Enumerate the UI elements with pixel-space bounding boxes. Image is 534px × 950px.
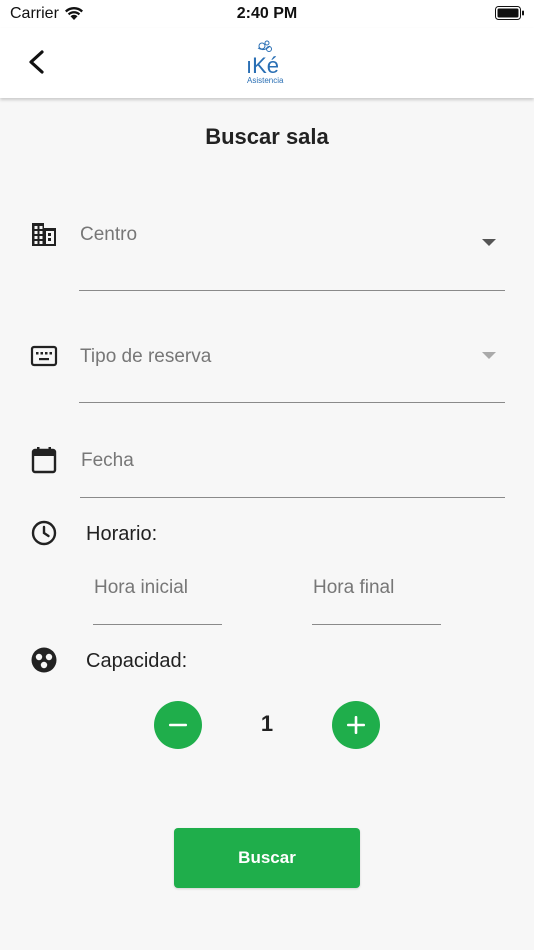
company-logo: ıKé Asistencia xyxy=(242,40,292,86)
increase-capacity-button[interactable] xyxy=(332,701,380,749)
search-button-label: Buscar xyxy=(238,848,296,867)
tipo-reserva-select[interactable]: Tipo de reserva xyxy=(80,346,211,368)
tipo-reserva-underline xyxy=(79,402,505,403)
capacidad-label: Capacidad: xyxy=(86,650,188,672)
calendar-icon xyxy=(31,447,57,474)
clock-time: 2:40 PM xyxy=(236,5,298,22)
building-icon xyxy=(32,223,56,246)
chevron-down-icon[interactable] xyxy=(482,352,496,360)
svg-text:ıKé: ıKé xyxy=(246,53,279,78)
centro-select[interactable]: Centro xyxy=(80,224,137,246)
centro-underline xyxy=(79,290,505,291)
minus-icon xyxy=(169,723,187,727)
hora-final-input[interactable]: Hora final xyxy=(313,577,394,599)
group-icon xyxy=(31,647,57,673)
chevron-left-icon[interactable] xyxy=(22,44,52,80)
clock-icon xyxy=(31,520,57,546)
svg-text:Asistencia: Asistencia xyxy=(247,76,284,85)
hora-inicial-input[interactable]: Hora inicial xyxy=(94,577,188,599)
plus-icon xyxy=(347,716,365,734)
decrease-capacity-button[interactable] xyxy=(154,701,202,749)
capacity-value: 1 xyxy=(260,711,274,736)
hora-final-underline xyxy=(312,624,441,625)
horario-label: Horario: xyxy=(86,523,158,545)
hora-inicial-underline xyxy=(93,624,222,625)
fecha-input[interactable]: Fecha xyxy=(81,450,134,472)
search-button[interactable]: Buscar xyxy=(174,828,360,888)
fecha-underline xyxy=(80,497,505,498)
page-title: Buscar sala xyxy=(205,124,329,149)
chevron-down-icon[interactable] xyxy=(482,239,496,247)
battery-icon xyxy=(495,6,524,20)
keyboard-icon xyxy=(30,345,58,367)
